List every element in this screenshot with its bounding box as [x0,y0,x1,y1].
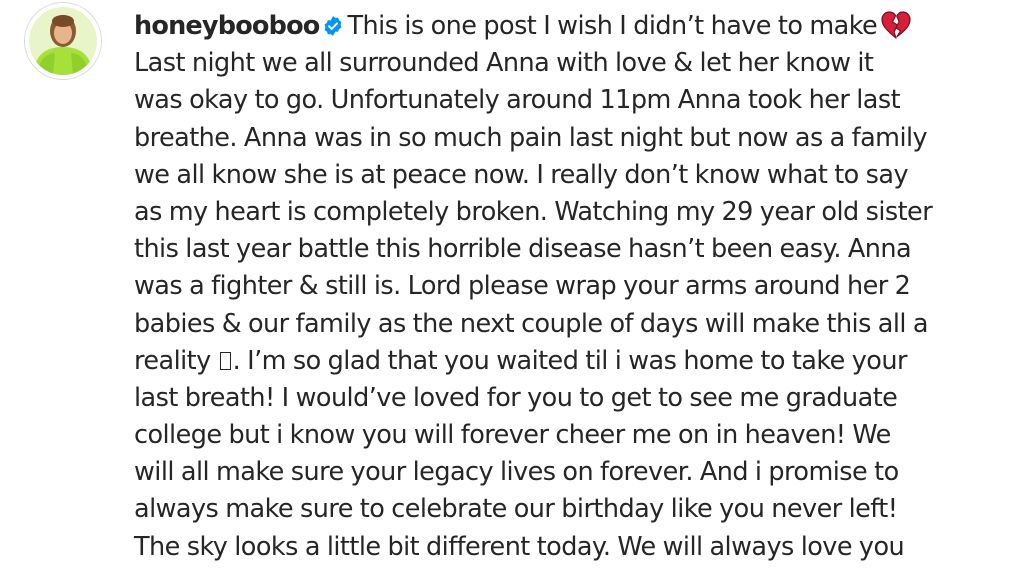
missing-glyph-icon [219,351,231,370]
caption-line: honeybooboo This is one post I wish I did… [134,8,1004,45]
caption-line: we all know she is at peace now. I reall… [134,159,909,190]
caption-line: will all make sure your legacy lives on … [134,457,899,488]
caption-line: Last night we all surrounded Anna with l… [134,48,874,79]
caption-line: always make sure to celebrate our birthd… [134,494,898,525]
instagram-post-caption: honeybooboo This is one post I wish I did… [0,0,1024,576]
caption-text: . I’m so glad that you waited til i was … [232,345,908,376]
caption-line: The sky looks a little bit different tod… [134,531,905,562]
caption-line: breathe. Anna was in so much pain last n… [134,122,928,153]
caption-text: reality [134,345,211,376]
caption-line: last breath! I would’ve loved for you to… [134,382,898,413]
caption-line: college but i know you will forever chee… [134,420,891,451]
avatar-image [29,7,97,75]
caption-line: babies & our family as the next couple o… [134,308,929,339]
verified-badge-icon [322,11,344,48]
profile-avatar[interactable] [24,2,102,80]
caption-line: as my heart is completely broken. Watchi… [134,196,933,227]
caption-line: was a fighter & still is. Lord please wr… [134,271,911,302]
broken-heart-icon [881,11,911,50]
caption-line: reality . I’m so glad that you waited ti… [134,343,1004,380]
caption-line: this last year battle this horrible dise… [134,234,912,265]
post-caption: honeybooboo This is one post I wish I did… [134,8,1004,566]
username-link[interactable]: honeybooboo [134,11,320,41]
caption-text: This is one post I wish I didn’t have to… [347,11,878,41]
caption-line: was okay to go. Unfortunately around 11p… [134,85,901,116]
